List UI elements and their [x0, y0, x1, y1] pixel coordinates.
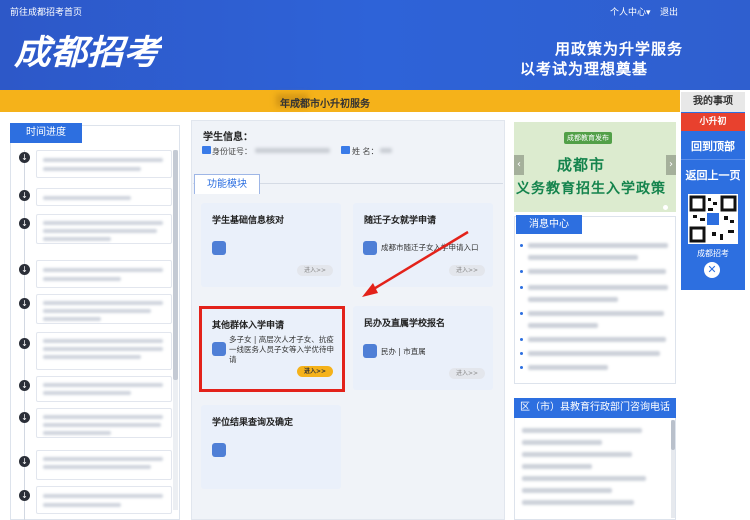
- timeline-down-icon: ↓: [19, 218, 30, 229]
- timeline-item[interactable]: [36, 408, 172, 438]
- tab-message-center[interactable]: 消息中心: [516, 215, 582, 234]
- user-check-icon: [212, 241, 226, 255]
- qr-code: [688, 194, 738, 244]
- id-card-icon: [202, 146, 211, 154]
- tab-time-progress[interactable]: 时间进度: [10, 123, 82, 143]
- site-logo[interactable]: 成都招考: [12, 20, 162, 82]
- name-label: 姓 名：: [352, 147, 379, 156]
- back-to-top-button[interactable]: 回到顶部: [681, 134, 745, 160]
- news-item[interactable]: [520, 252, 670, 264]
- contact-item: [522, 500, 634, 505]
- contact-item: [522, 440, 602, 445]
- slogan-line-2: 以考试为理想奠基: [520, 60, 649, 78]
- news-item[interactable]: [520, 266, 670, 278]
- news-item[interactable]: [520, 362, 670, 374]
- slogan-line-1: 用政策为升学服务: [555, 40, 684, 58]
- enter-button[interactable]: 进入>>: [449, 265, 485, 276]
- news-item[interactable]: [520, 282, 670, 294]
- timeline-item[interactable]: [36, 450, 172, 480]
- user-center-menu[interactable]: 个人中心▾: [610, 5, 651, 18]
- timeline-item[interactable]: [36, 332, 172, 370]
- contact-item: [522, 464, 592, 469]
- home-link[interactable]: 前往成都招考首页: [10, 5, 82, 18]
- contact-title: 区（市）县教育行政部门咨询电话: [514, 398, 676, 418]
- enter-button[interactable]: 进入>>: [449, 368, 485, 379]
- name-value: [380, 148, 392, 153]
- close-icon[interactable]: ✕: [704, 262, 720, 278]
- service-title: 年成都市小升初服务: [280, 99, 370, 110]
- timeline-item[interactable]: [36, 294, 172, 324]
- back-prev-button[interactable]: 返回上一页: [681, 163, 745, 189]
- document-icon: [363, 241, 377, 255]
- xiaoshengchu-tag[interactable]: 小升初: [681, 113, 745, 131]
- news-item[interactable]: [520, 348, 670, 360]
- module-card-title: 随迁子女就学申请: [364, 216, 437, 226]
- id-number-value: [255, 148, 330, 153]
- timeline-item[interactable]: [36, 214, 172, 244]
- contact-item: [522, 476, 646, 481]
- contact-item: [522, 428, 642, 433]
- chevron-down-icon: ▾: [646, 8, 651, 18]
- news-item[interactable]: [520, 308, 670, 320]
- timeline-item[interactable]: [36, 150, 172, 178]
- contact-scrollbar-thumb[interactable]: [671, 420, 675, 450]
- contact-item: [522, 488, 612, 493]
- enter-button[interactable]: 进入>>: [297, 265, 333, 276]
- tab-function-modules[interactable]: 功能模块: [194, 174, 260, 194]
- news-item[interactable]: [520, 294, 670, 306]
- school-check-icon: [363, 344, 377, 358]
- timeline-down-icon: ↓: [19, 264, 30, 275]
- banner-prev-icon[interactable]: ‹: [514, 155, 524, 175]
- banner-next-icon[interactable]: ›: [666, 155, 676, 175]
- module-card-desc: 民办 | 市直属: [381, 347, 426, 356]
- my-items-title: 我的事项: [681, 92, 745, 112]
- highlight-box: [199, 306, 345, 392]
- module-card-title: 民办及直属学校报名: [364, 319, 446, 329]
- id-number-label: 身份证号：: [212, 147, 252, 156]
- timeline-down-icon: ↓: [19, 380, 30, 391]
- timeline-item[interactable]: [36, 486, 172, 514]
- timeline-item[interactable]: [36, 376, 172, 402]
- module-card-result-query[interactable]: 学位结果查询及确定: [201, 405, 341, 489]
- module-card-basic-info[interactable]: 学生基础信息核对 进入>>: [201, 203, 341, 287]
- timeline-down-icon: ↓: [19, 412, 30, 423]
- module-card-migrant-children[interactable]: 随迁子女就学申请 成都市随迁子女入学申请入口 进入>>: [353, 203, 493, 287]
- timeline-item[interactable]: [36, 260, 172, 288]
- list-icon: [212, 443, 226, 457]
- logout-link[interactable]: 退出: [660, 5, 678, 18]
- module-card-desc: 成都市随迁子女入学申请入口: [381, 243, 479, 252]
- module-card-title: 学生基础信息核对: [212, 216, 285, 226]
- banner-pager-dot[interactable]: [663, 205, 668, 210]
- timeline-down-icon: ↓: [19, 490, 30, 501]
- person-icon: [341, 146, 350, 154]
- contact-item: [522, 452, 632, 457]
- logo-text: 成都招考: [14, 33, 162, 73]
- timeline-down-icon: ↓: [19, 338, 30, 349]
- timeline-down-icon: ↓: [19, 298, 30, 309]
- student-info-title: 学生信息：: [203, 132, 253, 143]
- qr-label: 成都招考: [697, 249, 729, 258]
- banner-line-2: 义务教育招生入学政策: [516, 181, 666, 197]
- timeline-down-icon: ↓: [19, 190, 30, 201]
- timeline-down-icon: ↓: [19, 152, 30, 163]
- user-center-label: 个人中心: [610, 8, 647, 18]
- news-item[interactable]: [520, 320, 670, 332]
- banner-publisher: 成都教育发布: [564, 132, 612, 144]
- module-card-title: 学位结果查询及确定: [212, 418, 294, 428]
- module-card-private-schools[interactable]: 民办及直属学校报名 民办 | 市直属 进入>>: [353, 306, 493, 390]
- news-item[interactable]: [520, 334, 670, 346]
- news-item[interactable]: [520, 240, 670, 252]
- timeline-item[interactable]: [36, 188, 172, 206]
- timeline-down-icon: ↓: [19, 456, 30, 467]
- banner-line-1: 成都市: [557, 156, 606, 174]
- progress-scrollbar-thumb[interactable]: [173, 150, 178, 380]
